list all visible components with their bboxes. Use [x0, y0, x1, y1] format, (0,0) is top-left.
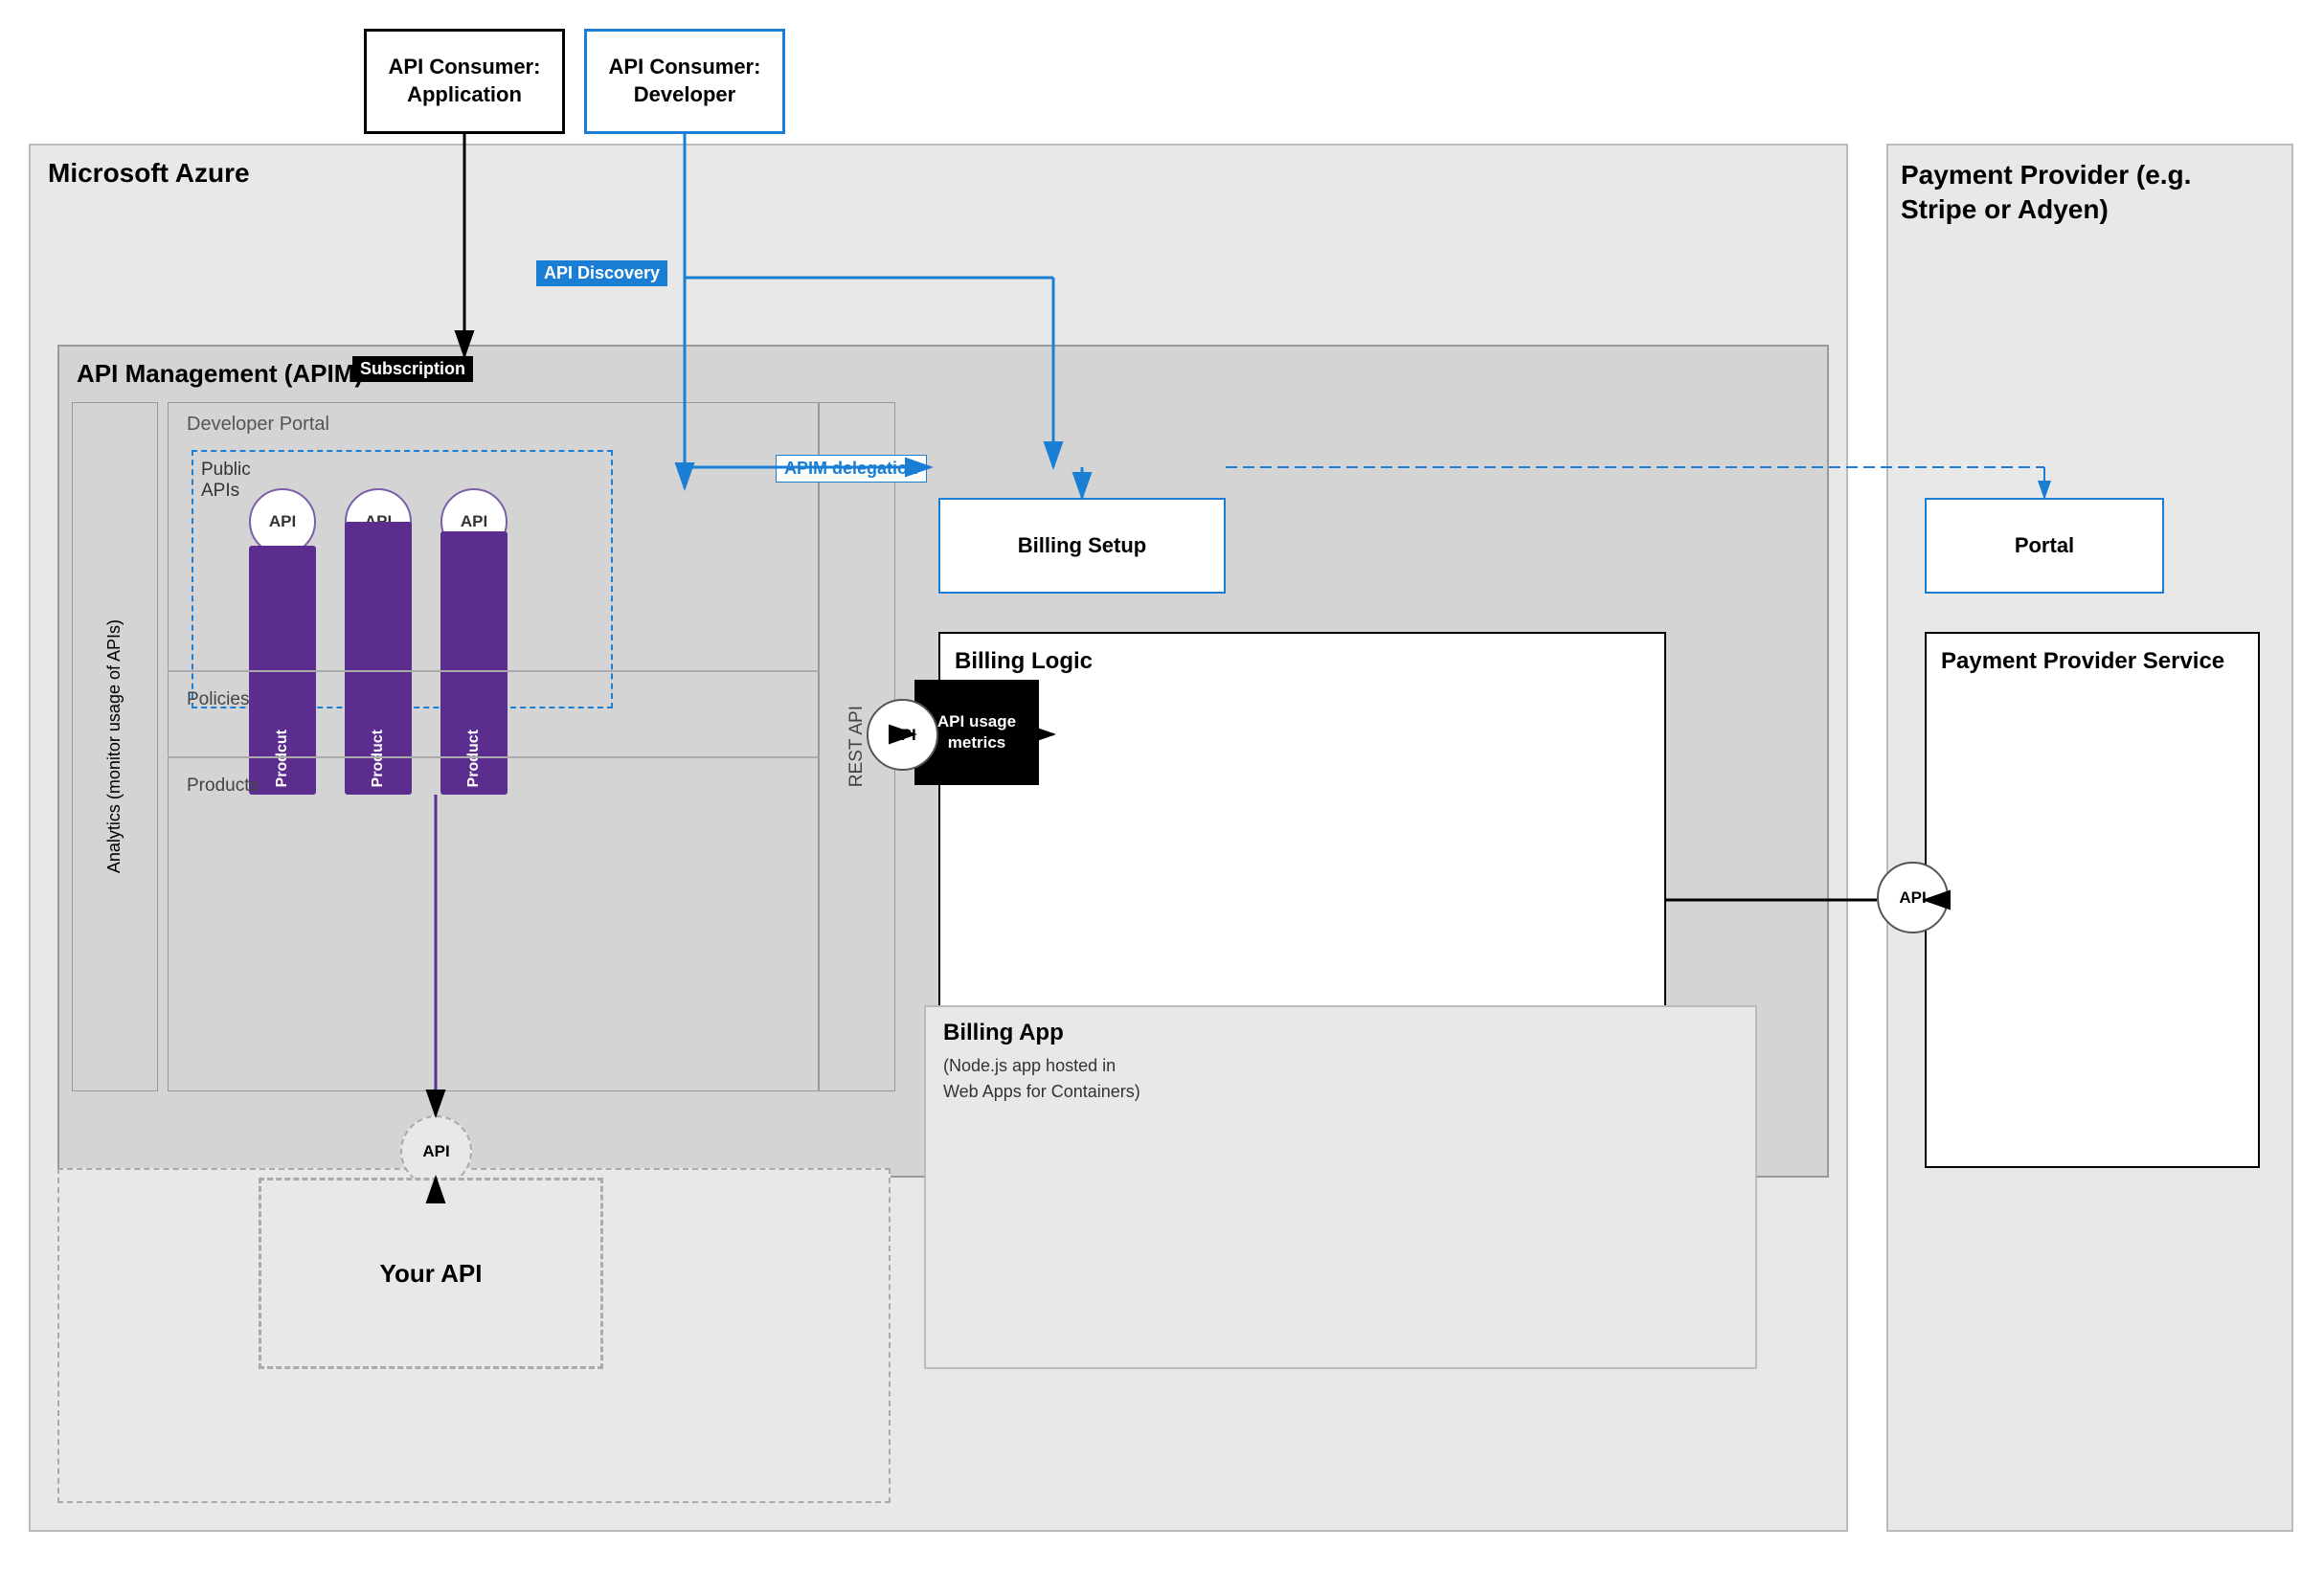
analytics-sidebar: Analytics (monitor usage of APIs) [72, 402, 158, 1091]
analytics-label: Analytics (monitor usage of APIs) [103, 619, 125, 873]
your-api-box: Your API [259, 1178, 603, 1369]
divider-policies [168, 670, 819, 672]
public-apis-label: PublicAPIs [201, 460, 251, 502]
product-bar-2: Product [345, 522, 412, 795]
billing-setup-box: Billing Setup [938, 498, 1226, 594]
api-discovery-label: API Discovery [536, 260, 667, 286]
payment-provider-label: Payment Provider (e.g. Stripe or Adyen) [1901, 158, 2274, 228]
rest-api-label: REST API [846, 706, 868, 787]
billing-app-label: Billing App [943, 1020, 1064, 1046]
policies-label: Policies [187, 689, 249, 710]
products-label: Products [187, 775, 259, 797]
developer-portal-label: Developer Portal [187, 414, 329, 436]
apim-delegation-label: APIM delegation [776, 455, 927, 483]
product-bar-3: Product [440, 531, 508, 795]
consumer-dev-box: API Consumer: Developer [584, 29, 785, 134]
api-circle-payment: API [1877, 862, 1949, 933]
payment-service-box: Payment Provider Service [1925, 632, 2260, 1168]
api-circle-bottom: API [400, 1115, 472, 1187]
apim-label: API Management (APIM) [77, 359, 363, 389]
consumer-app-box: API Consumer: Application [364, 29, 565, 134]
api-circle-rest: API [867, 699, 938, 771]
divider-products [168, 756, 819, 758]
azure-label: Microsoft Azure [48, 158, 250, 189]
billing-app-sublabel: (Node.js app hosted inWeb Apps for Conta… [943, 1053, 1140, 1105]
diagram-container: Payment Provider (e.g. Stripe or Adyen) … [0, 0, 2324, 1573]
subscription-label: Subscription [352, 356, 473, 382]
portal-box: Portal [1925, 498, 2164, 594]
